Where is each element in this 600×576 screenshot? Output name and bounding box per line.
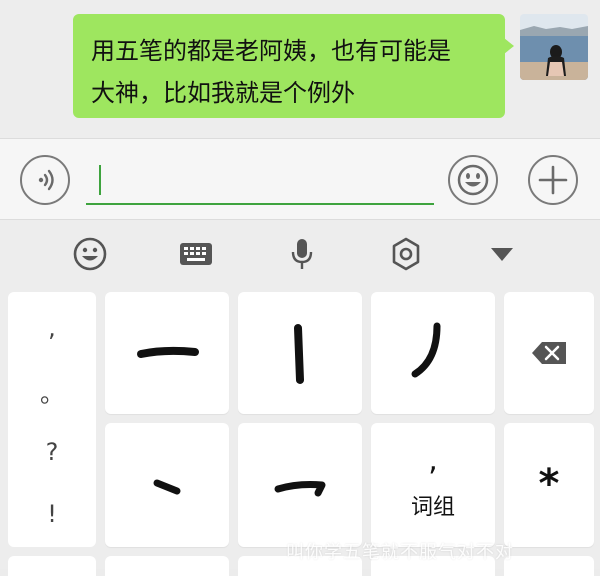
key-phrase[interactable]: , 词组 [371, 423, 495, 547]
chat-area: 用五笔的都是老阿姨，也有可能是 大神，比如我就是个例外 [0, 0, 600, 138]
punct-exclaim[interactable]: ! [8, 500, 96, 528]
toolbar-emoji-button[interactable] [70, 234, 110, 274]
toolbar-voice-button[interactable] [282, 234, 322, 274]
microphone-icon [291, 239, 313, 269]
delete-key[interactable] [504, 292, 594, 414]
emoji-icon [457, 164, 489, 196]
bottom-key-5[interactable] [504, 556, 594, 576]
text-caret [99, 165, 101, 195]
input-bar [0, 138, 600, 220]
message-line-1: 用五笔的都是老阿姨，也有可能是 [91, 37, 451, 65]
star-key-label: * [538, 461, 560, 507]
message-line-2: 大神，比如我就是个例外 [91, 79, 355, 107]
avatar-image [520, 14, 588, 80]
backspace-icon [532, 342, 566, 364]
key-dian[interactable] [105, 423, 229, 547]
bottom-key-2[interactable] [105, 556, 229, 576]
keyboard-toolbar [0, 220, 600, 288]
avatar[interactable] [520, 14, 588, 80]
stroke-dian-glyph [153, 479, 181, 495]
key-shu[interactable] [238, 292, 362, 414]
stroke-heng-glyph [137, 346, 199, 358]
stroke-shu-glyph [294, 324, 304, 384]
toolbar-keyboard-button[interactable] [176, 234, 216, 274]
ime-keyboard: , 。 ? ! , 词组 * [0, 220, 600, 576]
punct-comma[interactable]: , [8, 314, 96, 342]
voice-button[interactable] [20, 155, 70, 205]
toolbar-settings-button[interactable] [386, 234, 426, 274]
message-input[interactable] [86, 161, 434, 205]
keyboard-icon [180, 243, 212, 265]
phrase-key-symbol: , [428, 443, 438, 478]
punct-question[interactable]: ? [8, 438, 96, 466]
message-bubble[interactable]: 用五笔的都是老阿姨，也有可能是 大神，比如我就是个例外 [73, 14, 514, 118]
bottom-key-1[interactable] [8, 556, 96, 576]
collapse-triangle-icon [491, 248, 513, 261]
voice-icon [38, 169, 54, 191]
phrase-key-label: 词组 [410, 495, 455, 520]
stroke-zhe-glyph [274, 481, 326, 497]
toolbar-collapse-button[interactable] [482, 234, 522, 274]
plus-icon [538, 165, 568, 195]
settings-icon [392, 237, 420, 271]
key-zhe[interactable] [238, 423, 362, 547]
punct-period[interactable]: 。 [8, 374, 96, 409]
key-heng[interactable] [105, 292, 229, 414]
key-star[interactable]: * [504, 423, 594, 547]
emoji-icon [73, 237, 107, 271]
key-pie[interactable] [371, 292, 495, 414]
stroke-pie-glyph [411, 322, 441, 378]
emoji-button[interactable] [448, 155, 498, 205]
punctuation-column[interactable]: , 。 ? ! [8, 292, 96, 547]
watermark: 叫你学五笔就不服气对不对 [286, 542, 514, 563]
more-button[interactable] [528, 155, 578, 205]
